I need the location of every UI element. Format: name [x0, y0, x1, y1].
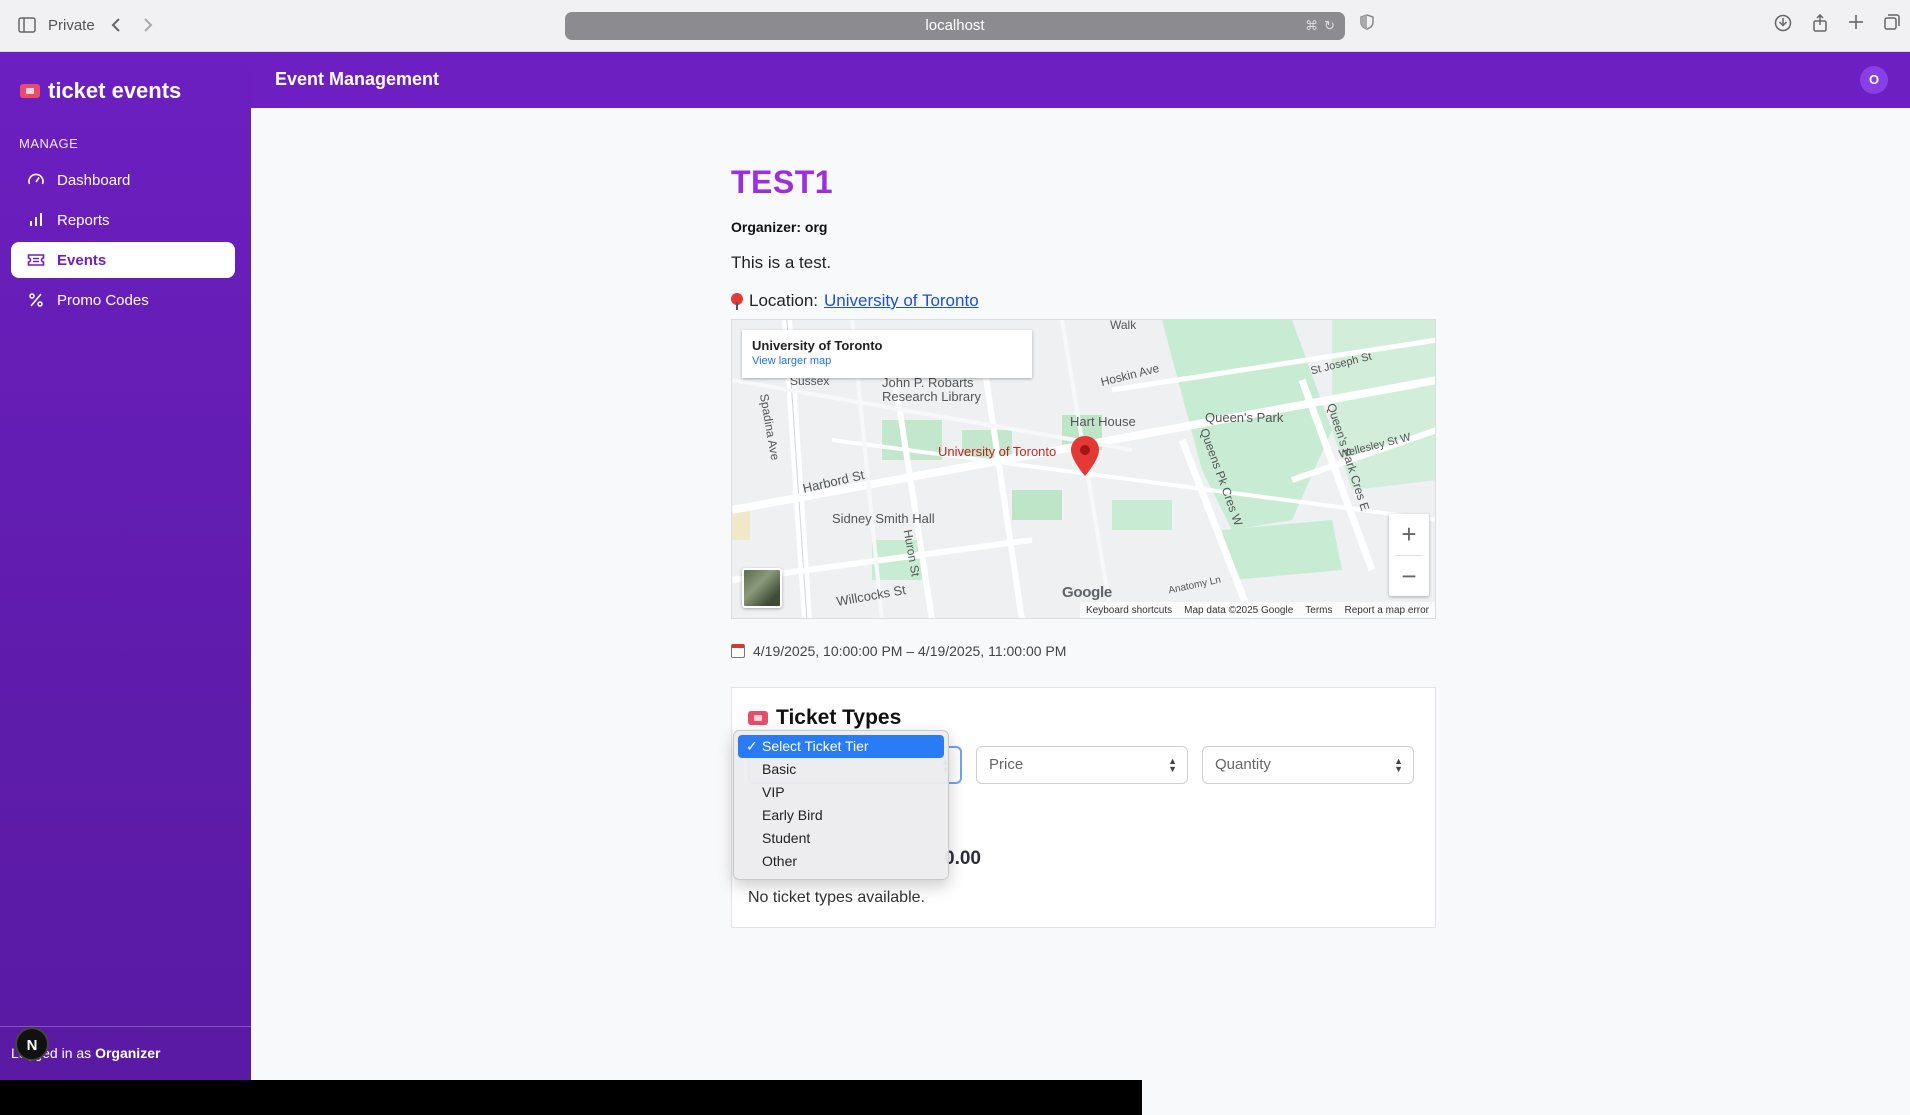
url-text: localhost [925, 17, 985, 34]
download-icon[interactable] [1774, 14, 1792, 37]
zoom-out-button[interactable]: − [1389, 556, 1429, 597]
tab-overview-icon[interactable] [1884, 14, 1900, 37]
dropdown-option-label: Student [762, 830, 811, 846]
ticket-logo-icon [20, 84, 40, 98]
top-header: Event Management O [251, 52, 1910, 108]
dropdown-option-label: Select Ticket Tier [762, 738, 869, 754]
dropdown-option-label: Basic [762, 761, 797, 777]
keyboard-shortcuts-link[interactable]: Keyboard shortcuts [1086, 605, 1172, 616]
event-title: TEST1 [731, 164, 834, 200]
translate-icon[interactable]: ⌘ [1305, 12, 1318, 40]
sidebar: ticket events MANAGE Dashboard Reports E… [0, 52, 251, 1080]
nextjs-dev-badge[interactable]: N [15, 1027, 49, 1061]
checkmark-icon: ✓ [746, 738, 758, 754]
terms-link[interactable]: Terms [1305, 605, 1332, 616]
screen-overlay-bar [0, 1080, 1142, 1115]
map-zoom-controls: + − [1389, 514, 1429, 596]
price-placeholder: Price [989, 756, 1024, 773]
location-prefix: Location: [749, 291, 818, 310]
page-title: Event Management [275, 69, 440, 89]
percent-icon [29, 293, 43, 307]
map-place-name: University of Toronto [752, 338, 883, 353]
sidebar-item-label: Events [57, 251, 107, 269]
sidebar-item-dashboard[interactable]: Dashboard [11, 162, 235, 198]
dropdown-option-label: Early Bird [762, 807, 823, 823]
dropdown-option-label: VIP [762, 784, 785, 800]
map-label: University of Toronto [938, 444, 1057, 459]
dropdown-option[interactable]: VIP [738, 781, 944, 804]
embedded-map[interactable]: John P. Robarts Research Library Hart Ho… [731, 319, 1436, 619]
dropdown-option[interactable]: Early Bird [738, 804, 944, 827]
map-label: Queen's Park [1205, 410, 1284, 425]
section-label: MANAGE [19, 136, 79, 151]
report-map-error-link[interactable]: Report a map error [1345, 605, 1429, 616]
logged-in-role: Organizer [95, 1045, 161, 1061]
sidebar-item-reports[interactable]: Reports [11, 202, 235, 238]
ticket-tier-dropdown: ✓ Select Ticket Tier Basic VIP Early Bir… [733, 730, 949, 880]
back-icon[interactable] [105, 14, 127, 36]
satellite-toggle-button[interactable] [742, 568, 782, 608]
sidebar-item-label: Reports [57, 211, 110, 229]
price-input[interactable]: Price ▲ ▼ [976, 746, 1188, 784]
price-stepper-icon[interactable]: ▲ ▼ [1168, 757, 1177, 774]
dropdown-option[interactable]: ✓ Select Ticket Tier [738, 735, 944, 758]
google-logo-text: Google [1062, 584, 1112, 601]
share-icon[interactable] [1812, 13, 1828, 37]
map-place-card: University of Toronto View larger map [742, 330, 1032, 378]
quantity-stepper-icon[interactable]: ▲ ▼ [1394, 757, 1403, 774]
reload-icon[interactable]: ↻ [1324, 12, 1335, 40]
gauge-icon [28, 173, 44, 185]
sidebar-toggle-icon[interactable] [16, 14, 38, 36]
sidebar-item-promo-codes[interactable]: Promo Codes [11, 282, 235, 318]
dropdown-option[interactable]: Other [738, 850, 944, 873]
map-data-text: Map data ©2025 Google [1184, 604, 1294, 616]
dropdown-option-label: Other [762, 853, 798, 869]
location-link[interactable]: University of Toronto [824, 291, 979, 311]
map-attribution: Keyboard shortcuts Map data ©2025 Google… [1079, 602, 1435, 618]
ticket-types-title: Ticket Types [776, 706, 902, 729]
quantity-placeholder: Quantity [1215, 756, 1271, 773]
ticket-total: 0.00 [944, 848, 981, 869]
private-label: Private [48, 16, 95, 34]
map-label: Walk [1110, 319, 1137, 332]
empty-state: No ticket types available. [748, 889, 925, 906]
sidebar-item-label: Dashboard [57, 171, 131, 189]
map-marker-icon[interactable] [1070, 436, 1100, 481]
map-label: Hart House [1070, 414, 1136, 429]
sidebar-item-label: Promo Codes [57, 291, 149, 309]
privacy-shield-icon[interactable] [1360, 14, 1374, 35]
new-tab-icon[interactable] [1848, 14, 1864, 37]
dropdown-option[interactable]: Basic [738, 758, 944, 781]
zoom-in-button[interactable]: + [1389, 514, 1429, 555]
address-bar[interactable]: localhost ⌘ ↻ [565, 12, 1345, 40]
event-description: This is a test. [731, 253, 832, 272]
pushpin-icon [731, 293, 743, 310]
forward-icon[interactable] [137, 14, 159, 36]
calendar-icon [731, 644, 745, 658]
ticket-icon [27, 254, 45, 266]
quantity-input[interactable]: Quantity ▲ ▼ [1202, 746, 1414, 784]
event-date-text: 4/19/2025, 10:00:00 PM – 4/19/2025, 11:0… [753, 643, 1067, 659]
sidebar-nav: Dashboard Reports Events Promo Codes [11, 162, 235, 322]
event-location: Location: University of Toronto [731, 291, 1436, 311]
event-date: 4/19/2025, 10:00:00 PM – 4/19/2025, 11:0… [731, 643, 1436, 659]
sidebar-item-events[interactable]: Events [11, 242, 235, 278]
map-label: Sidney Smith Hall [832, 511, 935, 526]
event-organizer: Organizer: org [731, 219, 828, 235]
browser-toolbar: Private localhost ⌘ ↻ [0, 0, 1910, 52]
google-logo: Google [1062, 584, 1112, 601]
ticket-types-heading: Ticket Types [748, 706, 901, 730]
view-larger-map-link[interactable]: View larger map [752, 355, 1022, 367]
brand[interactable]: ticket events [20, 78, 181, 104]
avatar[interactable]: O [1860, 66, 1888, 94]
sidebar-footer: Logged in as Organizer N [0, 1026, 251, 1080]
map-label: John P. Robarts Research Library [882, 375, 981, 404]
ticket-emoji-icon [748, 711, 768, 725]
brand-name: ticket events [48, 78, 182, 103]
bar-chart-icon [30, 213, 42, 226]
dropdown-option[interactable]: Student [738, 827, 944, 850]
